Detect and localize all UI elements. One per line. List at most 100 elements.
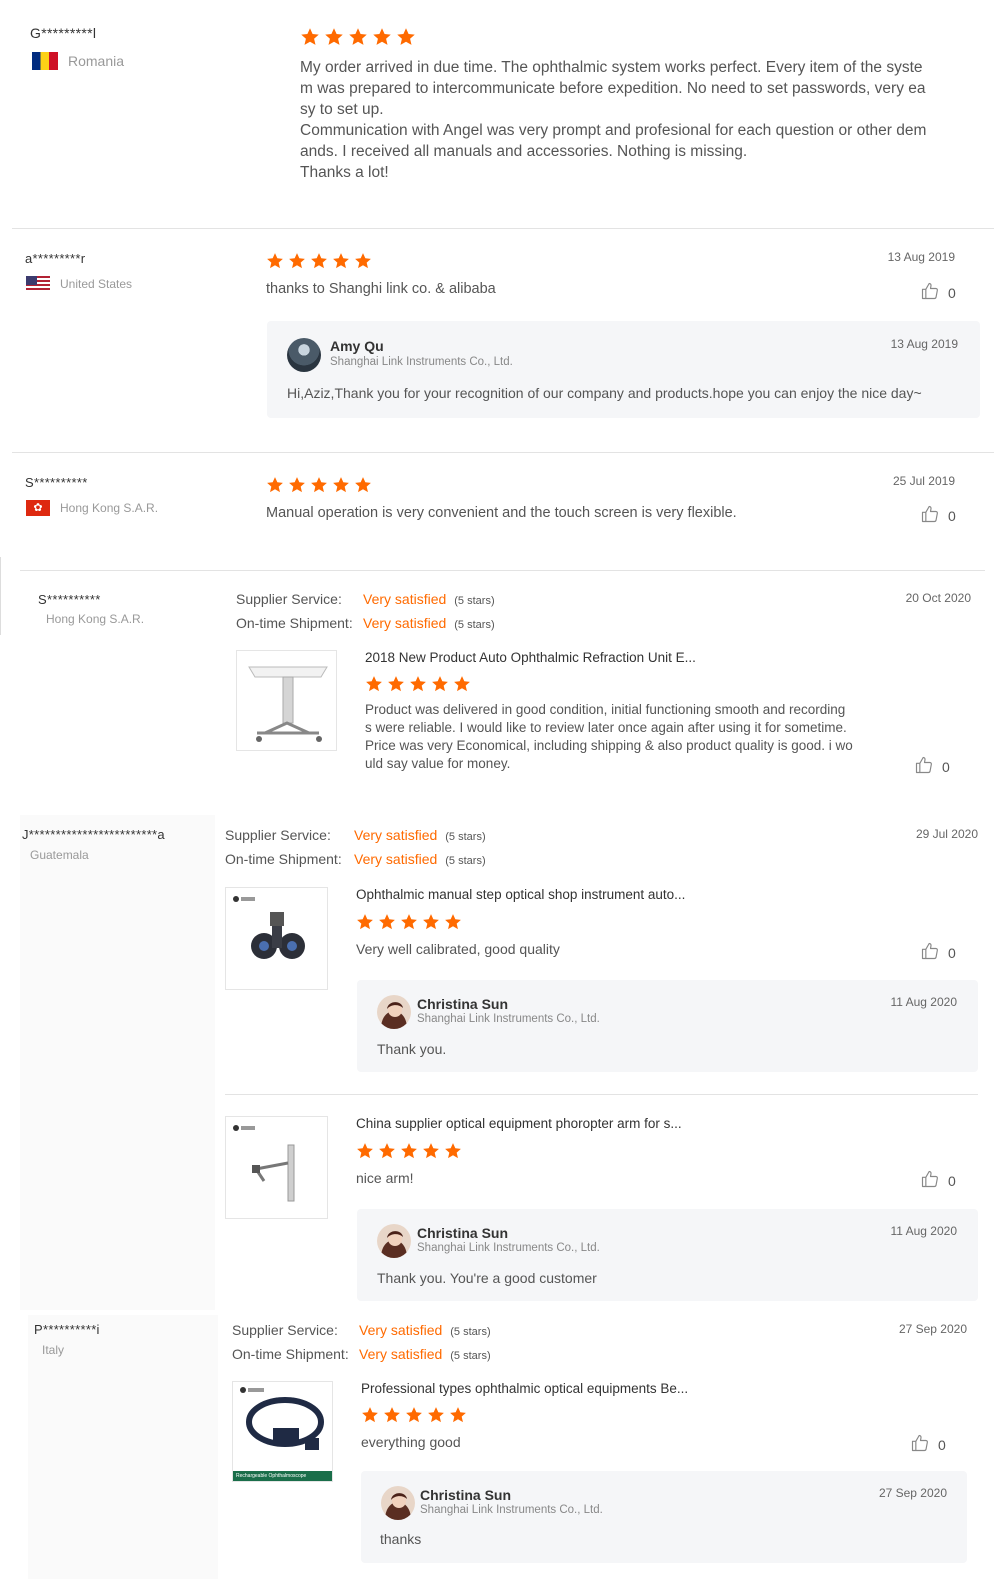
thumbs-up-icon (920, 1169, 940, 1192)
like-count: 0 (942, 758, 950, 775)
reviewer-name: J************************a (22, 827, 165, 842)
review-line: Thanks a lot! (300, 164, 389, 181)
reply-date: 11 Aug 2020 (890, 995, 957, 1009)
shipment-row: On-time Shipment: Very satisfied (5 star… (232, 1346, 491, 1362)
like-count: 0 (938, 1436, 946, 1453)
seller-reply: Christina Sun Shanghai Link Instruments … (357, 980, 978, 1072)
supplier-service-stars: (5 stars) (450, 1326, 491, 1338)
review-text: Manual operation is very convenient and … (266, 505, 737, 521)
review-line: uld say value for money. (365, 756, 511, 771)
divider (12, 452, 994, 453)
thumbs-up-icon (920, 281, 940, 304)
thumbs-up-icon (910, 1433, 930, 1456)
supplier-service-row: Supplier Service: Very satisfied (5 star… (225, 827, 486, 843)
product-thumbnail[interactable] (225, 1116, 328, 1219)
supplier-service-row: Supplier Service: Very satisfied (5 star… (232, 1322, 491, 1338)
shipment-label: On-time Shipment: (232, 1346, 349, 1362)
rating-stars (361, 1406, 467, 1424)
star-icon (332, 476, 350, 494)
supplier-service-label: Supplier Service: (236, 591, 342, 607)
shipment-stars: (5 stars) (445, 855, 486, 867)
country-label: Guatemala (30, 848, 89, 862)
us-flag-icon (26, 276, 50, 292)
reviewer-name: S********** (25, 475, 88, 490)
star-icon (348, 27, 368, 47)
supplier-service-label: Supplier Service: (232, 1322, 338, 1338)
left-edge-line (0, 557, 1, 635)
star-icon (361, 1406, 379, 1424)
star-icon (372, 27, 392, 47)
star-icon (266, 252, 284, 270)
thumbs-up-icon (920, 504, 940, 527)
reply-text: Thank you. (377, 1041, 447, 1057)
star-icon (396, 27, 416, 47)
reply-date: 27 Sep 2020 (878, 1486, 947, 1500)
star-icon (383, 1406, 401, 1424)
review-text: nice arm! (356, 1170, 414, 1186)
reviewer-name: S********** (38, 592, 101, 607)
product-title[interactable]: Ophthalmic manual step optical shop inst… (356, 887, 685, 902)
star-icon (409, 675, 427, 693)
star-icon (356, 1142, 374, 1160)
shipment-label: On-time Shipment: (225, 851, 342, 867)
product-thumbnail[interactable] (236, 650, 337, 751)
like-button[interactable]: 0 (910, 1433, 946, 1456)
star-icon (378, 913, 396, 931)
reply-text: thanks (380, 1531, 422, 1547)
supplier-service-value: Very satisfied (354, 827, 438, 843)
product-title[interactable]: China supplier optical equipment phoropt… (356, 1116, 682, 1131)
product-title[interactable]: 2018 New Product Auto Ophthalmic Refract… (365, 650, 696, 665)
star-icon (400, 1142, 418, 1160)
rating-stars (266, 252, 372, 270)
country-label: Hong Kong S.A.R. (46, 612, 145, 626)
review-date: 25 Jul 2019 (892, 474, 955, 488)
like-button[interactable]: 0 (914, 755, 950, 778)
star-icon (400, 913, 418, 931)
country-label: Romania (68, 53, 125, 69)
review-line: m was prepared to intercommunicate befor… (300, 80, 926, 97)
reply-author: Christina Sun (417, 996, 509, 1012)
country-label: United States (60, 277, 133, 291)
star-icon (300, 27, 320, 47)
like-button[interactable]: 0 (920, 941, 956, 964)
like-button[interactable]: 0 (920, 504, 956, 527)
thumbs-up-icon (914, 755, 934, 778)
reply-date: 11 Aug 2020 (890, 1224, 957, 1238)
like-button[interactable]: 0 (920, 281, 956, 304)
review-line: Product was delivered in good condition,… (365, 702, 846, 717)
product-thumbnail[interactable] (225, 887, 328, 990)
supplier-service-label: Supplier Service: (225, 827, 331, 843)
seller-reply: Christina Sun Shanghai Link Instruments … (361, 1471, 967, 1563)
star-icon (324, 27, 344, 47)
reviewer-country: United States (26, 276, 132, 292)
shipment-value: Very satisfied (363, 615, 447, 631)
product-title[interactable]: Professional types ophthalmic optical eq… (361, 1381, 688, 1396)
star-icon (453, 675, 471, 693)
thumbs-up-icon (920, 941, 940, 964)
rating-stars (365, 675, 471, 693)
star-icon (405, 1406, 423, 1424)
romania-flag-icon (32, 52, 58, 70)
star-icon (427, 1406, 445, 1424)
product-thumbnail[interactable]: Rechargeable Ophthalmoscope (232, 1381, 333, 1482)
review-line: ands. I received all manuals and accesso… (300, 143, 748, 160)
divider (12, 228, 994, 229)
like-button[interactable]: 0 (920, 1169, 956, 1192)
review-date: 29 Jul 2020 (915, 827, 978, 841)
rating-stars (300, 27, 416, 47)
review-line: My order arrived in due time. The ophtha… (300, 59, 923, 76)
shipment-value: Very satisfied (359, 1346, 443, 1362)
reviewer-name: a*********r (25, 251, 86, 266)
review-date: 13 Aug 2019 (887, 250, 955, 264)
reply-author: Christina Sun (417, 1225, 509, 1241)
country-label: Italy (42, 1343, 65, 1357)
review-text: thanks to Shanghi link co. & alibaba (266, 281, 496, 297)
star-icon (288, 252, 306, 270)
star-icon (332, 252, 350, 270)
reply-text: Thank you. You're a good customer (377, 1270, 597, 1286)
divider (20, 570, 985, 571)
review-date: 20 Oct 2020 (905, 591, 971, 605)
star-icon (387, 675, 405, 693)
star-icon (365, 675, 383, 693)
supplier-service-row: Supplier Service: Very satisfied (5 star… (236, 591, 495, 607)
